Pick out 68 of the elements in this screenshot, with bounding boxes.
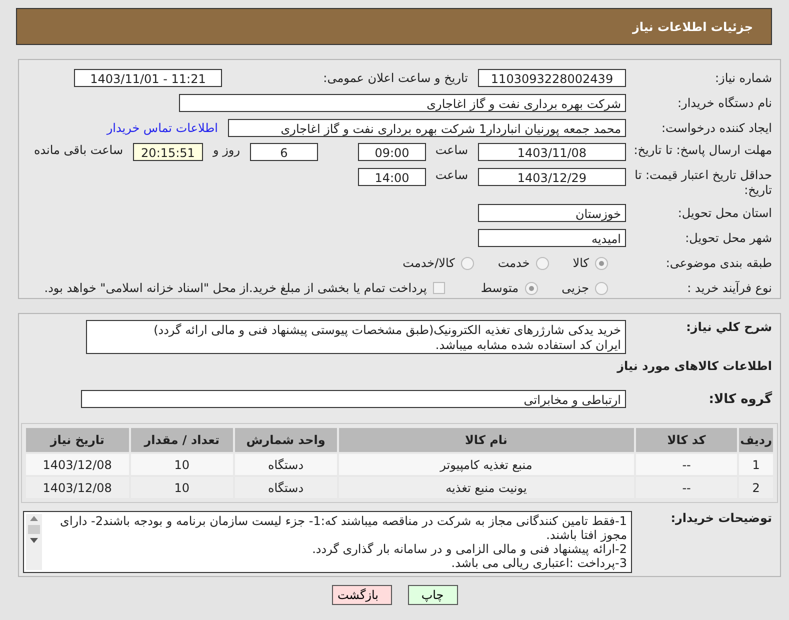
table-cell: دستگاه: [235, 454, 336, 475]
field-label: شماره نیاز:: [714, 70, 772, 86]
field-label: نوع فرآیند خرید :: [686, 280, 772, 296]
field-label: شرح کلي نياز:: [685, 320, 772, 335]
field-label: ساعت: [434, 168, 469, 182]
radio-button[interactable]: [524, 282, 538, 294]
field-label: حداقل تاریخ اعتبار قیمت: تا تاریخ:: [634, 168, 772, 198]
field-label: روز و: [212, 143, 241, 157]
print-button[interactable]: چاپ: [408, 585, 458, 605]
validity-time-field: 14:00: [358, 168, 426, 186]
remaining-time-field: 20:15:51: [133, 143, 203, 161]
radio-label: متوسط: [480, 281, 519, 295]
table-cell: 1: [739, 454, 773, 475]
table-cell: --: [636, 477, 738, 498]
requester-field: محمد جمعه پورنیان انباردار1 شرکت بهره برداری نفت و گاز اغاجاری: [228, 119, 626, 137]
section-heading: اطلاعات کالاهای مورد نیاز: [616, 359, 772, 373]
deadline-date-field: 1403/11/08: [478, 143, 626, 161]
field-label: استان محل تحویل:: [676, 206, 772, 220]
description-box: خرید یدکی شارژرهای تغذیه الکترونیک(طبق مشخصات پیوستی پیشنهاد فنی و مالی ارائه گردد) ایران کد استفاده شده مشابه میباشد.: [86, 320, 626, 354]
checkbox-label: پرداخت تمام یا بخشی از مبلغ خرید.از محل "اسناد خزانه اسلامی" خواهد بود.: [44, 281, 427, 295]
buyer-notes-box: 1-فقط تامین کنندگانی مجاز به شرکت در مناقصه میباشند که:1- جزء لیست سازمان برنامه و بودجه باشند2- دارای مجوز افتا باشند. 2-ارائه پیشنهاد فنی و مالی الزامی و در سامانه بار گذاری گردد. 3-پرداخت :اعتباری ریالی می باشد.: [23, 511, 632, 573]
buyer-contact-link[interactable]: اطلاعات تماس خریدار: [106, 121, 222, 135]
days-field: 6: [250, 143, 318, 161]
table-cell: 10: [130, 454, 234, 475]
back-button[interactable]: بازگشت: [332, 585, 392, 605]
column-header: تاریخ نیاز: [26, 428, 129, 452]
checkbox[interactable]: [432, 282, 445, 294]
table-cell: --: [636, 454, 738, 475]
column-header: واحد شمارش: [235, 428, 336, 452]
field-label: طبقه بندی موضوعی:: [664, 256, 772, 270]
announce-date-field: 1403/11/01 - 11:21: [74, 69, 222, 87]
table-cell: 1403/12/08: [26, 477, 129, 498]
field-label: تاریخ و ساعت اعلان عمومی:: [322, 71, 469, 85]
radio-button[interactable]: [460, 256, 474, 270]
radio-label: خدمت: [498, 256, 530, 270]
field-label: مهلت ارسال پاسخ: تا تاریخ:: [632, 143, 772, 158]
column-header: کد کالا: [636, 428, 738, 452]
column-header: نام کالا: [338, 428, 634, 452]
radio-label: کالا/خدمت: [402, 256, 455, 270]
table-cell: دستگاه: [235, 477, 336, 498]
column-header: ردیف: [739, 428, 773, 452]
buyer-name-field: شرکت بهره برداری نفت و گاز اغاجاری: [179, 94, 626, 112]
field-label: ایجاد کننده درخواست:: [660, 120, 772, 136]
radio-label: جزیی: [562, 281, 589, 295]
city-field: امیدیه: [478, 229, 626, 247]
table-cell: یونیت منبع تغذیه: [338, 477, 634, 498]
radio-button[interactable]: [595, 256, 608, 270]
table-cell: منبع تغذیه کامپیوتر: [338, 454, 634, 475]
table-cell: 10: [130, 477, 234, 498]
validity-date-field: 1403/12/29: [478, 168, 626, 186]
field-label: نام دستگاه خریدار:: [676, 96, 772, 110]
column-header: تعداد / مقدار: [130, 428, 234, 452]
scrollbar[interactable]: [26, 514, 42, 570]
page-title: جزئیات اطلاعات نیاز: [632, 20, 753, 34]
deadline-time-field: 09:00: [358, 143, 426, 161]
need-number-field: 1103093228002439: [478, 69, 626, 87]
province-field: خوزستان: [478, 204, 626, 222]
field-label: شهر محل تحویل:: [684, 230, 772, 246]
table-cell: 1403/12/08: [26, 454, 129, 475]
radio-label: کالا: [572, 256, 589, 270]
table-cell: 2: [739, 477, 773, 498]
radio-button[interactable]: [595, 282, 608, 294]
field-label: توضیحات خریدار:: [670, 511, 772, 526]
radio-button[interactable]: [536, 256, 549, 270]
field-label: گروه کالا:: [708, 392, 772, 406]
field-label: ساعت باقی مانده: [32, 143, 124, 157]
goods-group-field: ارتباطی و مخابراتی: [81, 390, 626, 408]
field-label: ساعت: [434, 143, 469, 157]
